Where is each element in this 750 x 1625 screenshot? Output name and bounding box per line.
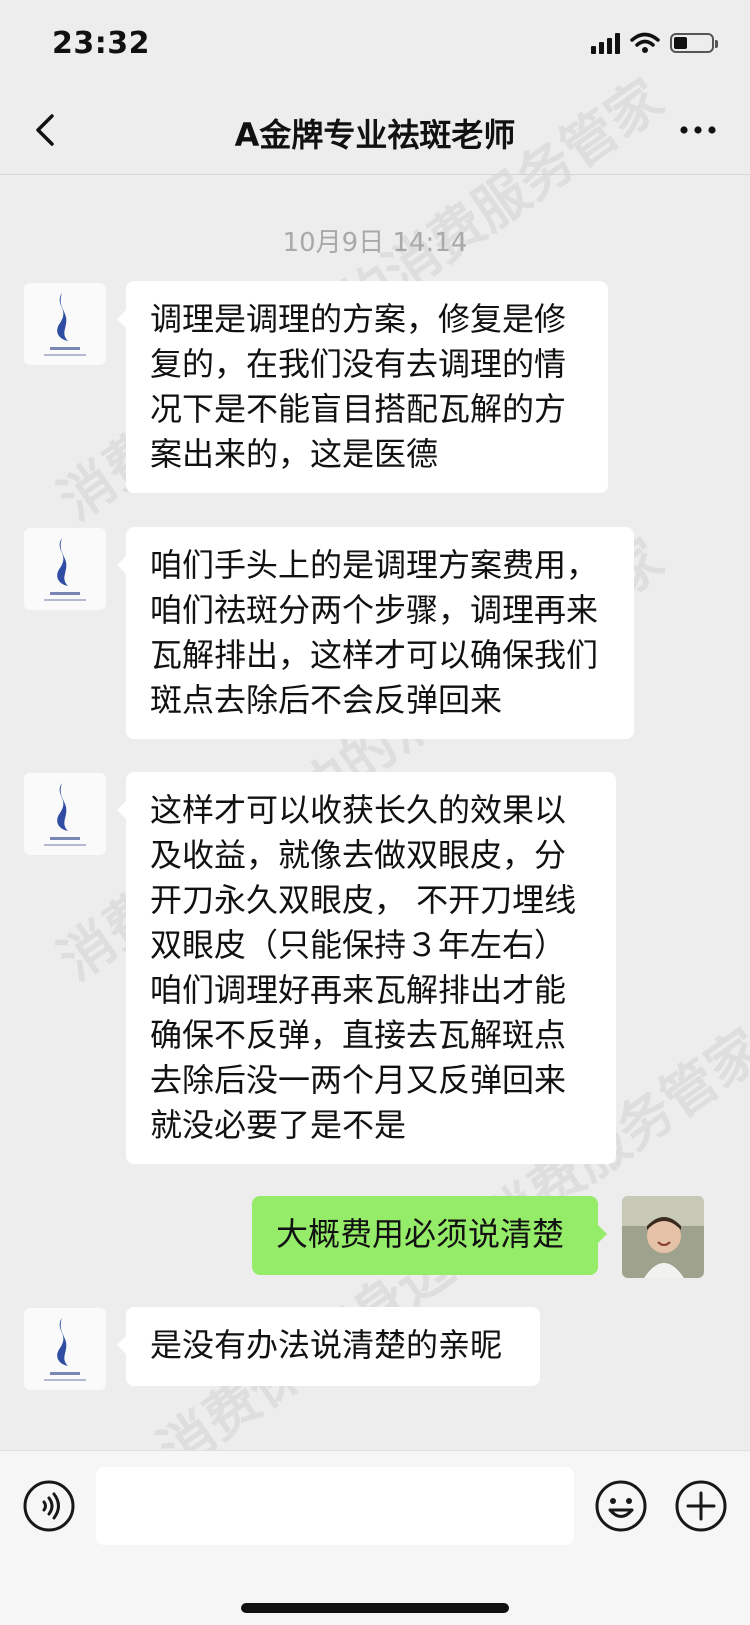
- message-bubble-incoming[interactable]: 咱们手头上的是调理方案费用，咱们祛斑分两个步骤，调理再来瓦解排出，这样才可以确保…: [117, 527, 634, 739]
- chat-area[interactable]: 10月9日 14:14 调理是调理的方案，修复是修复的，在我们没有去调理的情况下…: [0, 175, 750, 1450]
- voice-icon[interactable]: [22, 1479, 76, 1533]
- brand-logo-icon: [44, 538, 86, 601]
- battery-level: [674, 37, 687, 49]
- message-bubble-incoming[interactable]: 调理是调理的方案，修复是修复的，在我们没有去调理的情况下是不能盲目搭配瓦解的方案…: [117, 281, 608, 493]
- brand-logo-icon: [44, 293, 86, 356]
- more-dots-icon[interactable]: [676, 112, 720, 148]
- contact-avatar[interactable]: [24, 1308, 106, 1390]
- emoji-icon[interactable]: [594, 1479, 648, 1533]
- message-bubble-incoming[interactable]: 这样才可以收获长久的效果以及收益，就像去做双眼皮，分开刀永久双眼皮， 不开刀埋线…: [117, 772, 616, 1164]
- input-bar: [0, 1450, 750, 1625]
- battery-icon: [670, 33, 718, 53]
- message-timestamp: 10月9日 14:14: [282, 228, 468, 258]
- user-avatar[interactable]: [622, 1196, 704, 1278]
- message-bubble-incoming[interactable]: 是没有办法说清楚的亲昵: [117, 1307, 540, 1386]
- home-indicator: [241, 1603, 509, 1613]
- system-icons: [591, 30, 718, 56]
- user-photo-icon: [622, 1196, 704, 1278]
- contact-avatar[interactable]: [24, 283, 106, 365]
- status-time: 23:32: [52, 26, 150, 61]
- plus-icon[interactable]: [674, 1479, 728, 1533]
- brand-logo-icon: [44, 1318, 86, 1381]
- brand-logo-icon: [44, 783, 86, 846]
- contact-avatar[interactable]: [24, 773, 106, 855]
- message-bubble-outgoing[interactable]: 大概费用必须说清楚: [252, 1196, 607, 1275]
- chat-title: A金牌专业祛斑老师: [234, 116, 516, 154]
- back-icon[interactable]: [26, 108, 66, 152]
- nav-bar: A金牌专业祛斑老师: [0, 88, 750, 175]
- wifi-icon: [630, 32, 660, 53]
- message-input[interactable]: [96, 1467, 574, 1545]
- signal-icon: [591, 32, 620, 54]
- status-bar: 23:32: [0, 0, 750, 88]
- contact-avatar[interactable]: [24, 528, 106, 610]
